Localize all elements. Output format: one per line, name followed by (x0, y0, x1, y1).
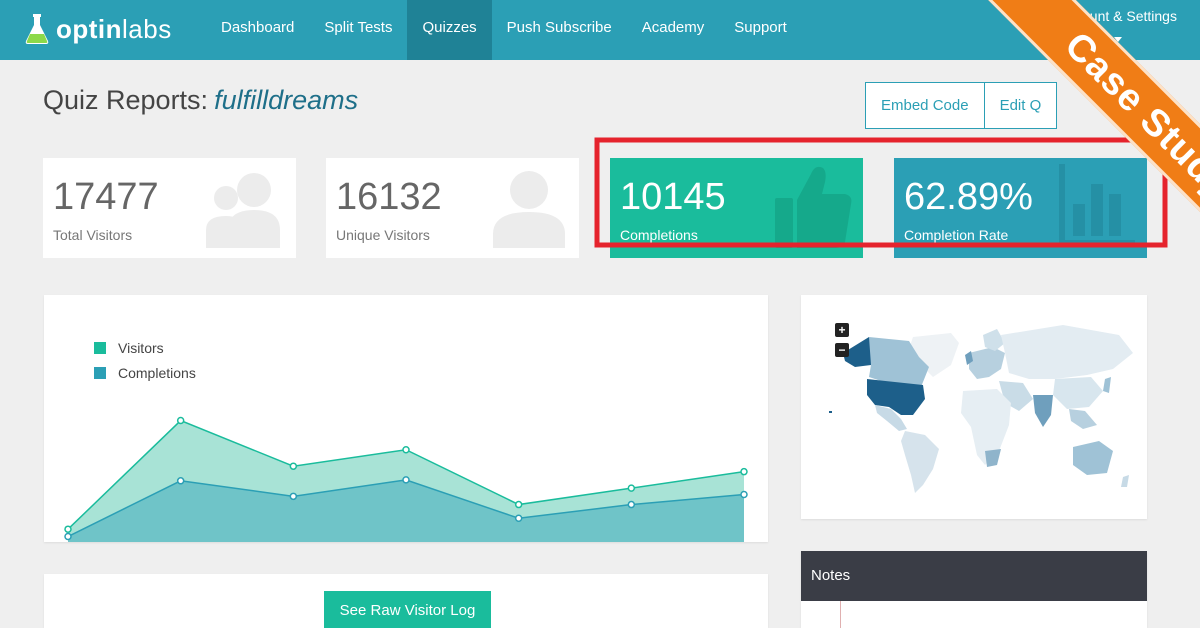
main-nav: Dashboard Split Tests Quizzes Push Subscrib… (206, 0, 802, 60)
notes-title: Notes (801, 551, 1147, 601)
total-visitors-label: Total Visitors (53, 227, 133, 243)
raw-log-panel: See Raw Visitor Log (44, 574, 768, 628)
area-chart (64, 416, 748, 542)
point-visitors-3[interactable] (402, 446, 410, 454)
page-title: Quiz Reports: fulfilldreams (43, 85, 358, 116)
account-license[interactable]: ense (1068, 30, 1122, 48)
chevron-down-icon (1113, 36, 1122, 42)
report-actions: Embed Code Edit Q (865, 82, 1058, 129)
point-completions-0[interactable] (64, 532, 72, 541)
total-visitors-card: 17477 Total Visitors (43, 158, 296, 258)
point-visitors-2[interactable] (289, 462, 298, 470)
point-visitors-6[interactable] (740, 467, 748, 476)
nav-item-push-subscribe[interactable]: Push Subscribe (492, 0, 627, 60)
see-raw-visitor-log-button[interactable]: See Raw Visitor Log (324, 591, 491, 628)
point-completions-2[interactable] (289, 492, 298, 501)
notes-panel: Notes (801, 551, 1147, 628)
unique-visitors-label: Unique Visitors (336, 227, 430, 243)
world-map (829, 325, 1133, 493)
embed-code-button[interactable]: Embed Code (865, 82, 985, 129)
users-icon (206, 173, 280, 248)
visitors-chart-panel: Visitors Completions (44, 295, 768, 542)
world-map-panel: + − (801, 295, 1147, 519)
nav-item-split-tests[interactable]: Split Tests (309, 0, 407, 60)
point-completions-6[interactable] (740, 490, 748, 499)
brand-name-bold: optin (56, 13, 123, 44)
point-completions-3[interactable] (402, 476, 410, 484)
map-zoom-out-button[interactable]: − (835, 343, 849, 357)
point-completions-5[interactable] (627, 500, 636, 509)
license-badge: ense (1068, 31, 1104, 47)
highlight-frame (594, 137, 1168, 248)
edit-quiz-button[interactable]: Edit Q (984, 82, 1058, 129)
point-visitors-1[interactable] (176, 416, 185, 425)
brand-name-light: labs (122, 13, 172, 44)
notes-margin-line (840, 601, 841, 628)
unique-visitors-value: 16132 (336, 176, 442, 218)
point-visitors-0[interactable] (64, 525, 72, 533)
point-completions-4[interactable] (514, 514, 523, 523)
map-zoom-in-button[interactable]: + (835, 323, 849, 337)
total-visitors-value: 17477 (53, 176, 159, 218)
point-completions-1[interactable] (176, 477, 185, 485)
point-visitors-4[interactable] (514, 500, 523, 509)
account-settings-link[interactable]: ccount & Settings (1068, 8, 1177, 24)
brand-logo[interactable]: optinlabs (24, 12, 172, 46)
point-visitors-5[interactable] (627, 484, 636, 492)
nav-item-academy[interactable]: Academy (627, 0, 720, 60)
quiz-name: fulfilldreams (214, 85, 359, 115)
user-icon (493, 171, 565, 248)
page-title-prefix: Quiz Reports: (43, 85, 209, 115)
flask-icon (25, 14, 49, 44)
nav-item-dashboard[interactable]: Dashboard (206, 0, 309, 60)
nav-item-support[interactable]: Support (719, 0, 802, 60)
unique-visitors-card: 16132 Unique Visitors (326, 158, 579, 258)
top-navbar: optinlabs Dashboard Split Tests Quizzes Pus… (0, 0, 1200, 60)
nav-item-quizzes[interactable]: Quizzes (407, 0, 492, 60)
